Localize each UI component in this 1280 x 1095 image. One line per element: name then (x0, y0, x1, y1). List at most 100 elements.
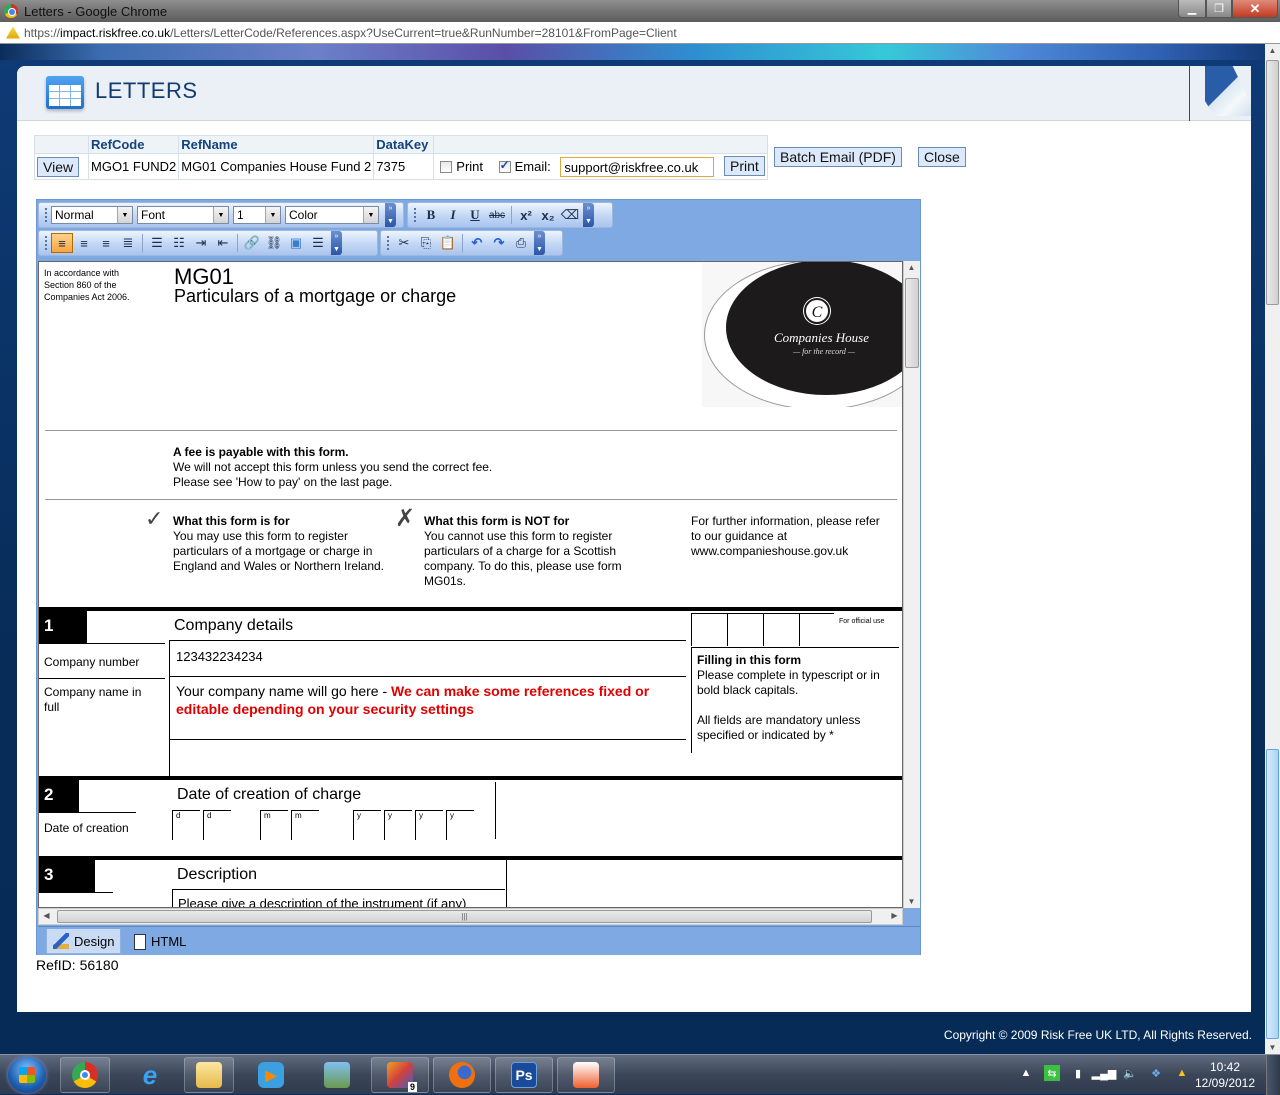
show-hidden-icons-icon[interactable]: ▲ (1018, 1065, 1034, 1081)
document-vertical-scrollbar[interactable]: ▲ ▼ (903, 261, 920, 908)
align-center-icon[interactable]: ≡ (95, 233, 117, 253)
date-cell-d[interactable]: d (172, 811, 200, 839)
window-controls: ▁ ❐ ✕ (1178, 0, 1278, 18)
justify-icon[interactable]: ≣ (117, 233, 139, 253)
toolbar-options-icon[interactable]: » ▼ (331, 231, 342, 255)
taskbar-media-player[interactable]: ▶ (246, 1057, 296, 1093)
indent-icon[interactable]: ⇥ (190, 233, 212, 253)
dropbox-icon[interactable]: ❖ (1148, 1065, 1164, 1081)
restore-button[interactable]: ❐ (1206, 0, 1232, 18)
network-signal-icon[interactable]: ▂▄▆ (1092, 1065, 1117, 1081)
power-icon[interactable]: ▮ (1070, 1065, 1086, 1081)
scroll-left-icon[interactable]: ◀ (39, 911, 54, 920)
copy-icon[interactable]: ⎘ (415, 233, 437, 253)
toolbar-grip[interactable] (44, 235, 48, 251)
align-right-icon[interactable]: ≡ (73, 233, 95, 253)
tab-design[interactable]: Design (46, 929, 122, 954)
scrollbar-thumb[interactable]: ||| (57, 910, 872, 923)
insert-image-icon[interactable]: ▣ (285, 233, 307, 253)
outdent-icon[interactable]: ⇤ (212, 233, 234, 253)
start-button[interactable] (8, 1057, 46, 1093)
date-cell-d[interactable]: d (203, 811, 231, 839)
undo-icon[interactable]: ↶ (466, 233, 488, 253)
tab-html[interactable]: HTML (128, 929, 192, 954)
paste-icon[interactable]: 📋 (437, 233, 459, 253)
scrollbar-thumb[interactable] (905, 278, 919, 368)
toolbar-grip[interactable] (413, 207, 417, 223)
print-icon[interactable]: ⎙ (510, 233, 532, 253)
scrollbar-thumb-hover[interactable] (1266, 749, 1279, 1039)
font-select[interactable]: Font ▼ (137, 206, 229, 224)
editor-document[interactable]: In accordance with Section 860 of the Co… (38, 261, 903, 908)
toolbar-options-icon[interactable]: » ▼ (385, 203, 396, 227)
taskbar-picture-manager[interactable] (557, 1057, 615, 1093)
date-cell-y[interactable]: y (446, 811, 474, 839)
superscript-icon[interactable]: x² (515, 205, 537, 225)
toolbar-options-icon[interactable]: » ▼ (534, 231, 545, 255)
unlink-icon[interactable]: ⛓ (263, 233, 285, 253)
company-number-value[interactable]: 123432234234 (176, 649, 263, 664)
taskbar-firefox[interactable] (433, 1057, 491, 1093)
company-name-value[interactable]: Your company name will go here - We can … (176, 682, 686, 718)
page-vertical-scrollbar[interactable]: ▲ ▼ (1265, 44, 1280, 1054)
sync-icon[interactable]: ⇆ (1044, 1065, 1060, 1081)
toolbar-grip[interactable] (386, 235, 390, 251)
insert-link-icon[interactable]: 🔗 (241, 233, 263, 253)
taskbar-chrome[interactable] (60, 1057, 110, 1093)
minimize-icon: ▁ (1187, 3, 1197, 15)
redo-icon[interactable]: ↷ (488, 233, 510, 253)
show-desktop-button[interactable] (1266, 1055, 1280, 1095)
strikethrough-icon[interactable]: abc (486, 205, 508, 225)
print-checkbox[interactable] (440, 161, 453, 174)
eraser-icon[interactable]: ⌫ (559, 205, 581, 225)
bold-icon[interactable]: B (420, 205, 442, 225)
numbered-list-icon[interactable]: ☷ (168, 233, 190, 253)
scroll-down-icon[interactable]: ▼ (1265, 1043, 1280, 1052)
email-checkbox[interactable] (498, 158, 511, 174)
taskbar-photo-gallery[interactable] (312, 1057, 362, 1093)
subscript-icon[interactable]: x₂ (537, 205, 559, 225)
taskbar-internet-explorer[interactable]: e (125, 1057, 175, 1093)
system-clock[interactable]: 10:42 12/09/2012 (1190, 1059, 1260, 1091)
date-cell-y[interactable]: y (384, 811, 412, 839)
url-text[interactable]: https://impact.riskfree.co.uk/Letters/Le… (24, 26, 677, 40)
scroll-right-icon[interactable]: ▶ (887, 911, 902, 920)
date-cell-m[interactable]: m (291, 811, 319, 839)
html-document-icon (134, 933, 146, 950)
horizontal-rule-icon[interactable]: ☰ (307, 233, 329, 253)
refname-cell: MG01 Companies House Fund 2 (178, 153, 375, 180)
print-button[interactable]: Print (724, 155, 765, 176)
taskbar-photoshop[interactable]: Ps (495, 1057, 553, 1093)
scroll-down-icon[interactable]: ▼ (904, 897, 919, 906)
toolbar-grip[interactable] (44, 207, 48, 223)
taskbar-file-explorer[interactable] (184, 1057, 234, 1093)
font-color-select[interactable]: Color ▼ (285, 206, 379, 224)
toolbar-separator (511, 206, 512, 224)
date-cell-y[interactable]: y (353, 811, 381, 839)
email-input[interactable] (560, 157, 715, 178)
cut-icon[interactable]: ✂ (393, 233, 415, 253)
toolbar-options-icon[interactable]: » ▼ (583, 203, 594, 227)
taskbar-visual-studio[interactable]: 9 (371, 1057, 429, 1093)
paragraph-format-select[interactable]: Normal ▼ (51, 206, 133, 224)
close-window-button[interactable]: ✕ (1232, 0, 1278, 18)
scrollbar-thumb[interactable] (1266, 60, 1279, 305)
scroll-up-icon[interactable]: ▲ (1265, 46, 1280, 55)
document-horizontal-scrollbar[interactable]: ◀ ||| ▶ (38, 908, 903, 925)
underline-icon[interactable]: U (464, 205, 486, 225)
font-size-select[interactable]: 1 ▼ (233, 206, 281, 224)
view-button[interactable]: View (37, 156, 80, 177)
address-bar[interactable]: https://impact.riskfree.co.uk/Letters/Le… (0, 22, 1280, 44)
google-drive-icon[interactable]: ▲ (1174, 1065, 1190, 1081)
minimize-button[interactable]: ▁ (1178, 0, 1206, 18)
batch-email-pdf-button[interactable]: Batch Email (PDF) (774, 147, 902, 167)
volume-icon[interactable]: 🔈 (1122, 1065, 1138, 1081)
date-cell-m[interactable]: m (260, 811, 288, 839)
date-cell-y[interactable]: y (415, 811, 443, 839)
align-left-icon[interactable]: ≡ (51, 233, 73, 253)
scroll-up-icon[interactable]: ▲ (904, 263, 919, 272)
companies-house-link[interactable]: www.companieshouse.gov.uk (691, 544, 880, 559)
italic-icon[interactable]: I (442, 205, 464, 225)
close-button[interactable]: Close (918, 147, 966, 167)
bullet-list-icon[interactable]: ☰ (146, 233, 168, 253)
